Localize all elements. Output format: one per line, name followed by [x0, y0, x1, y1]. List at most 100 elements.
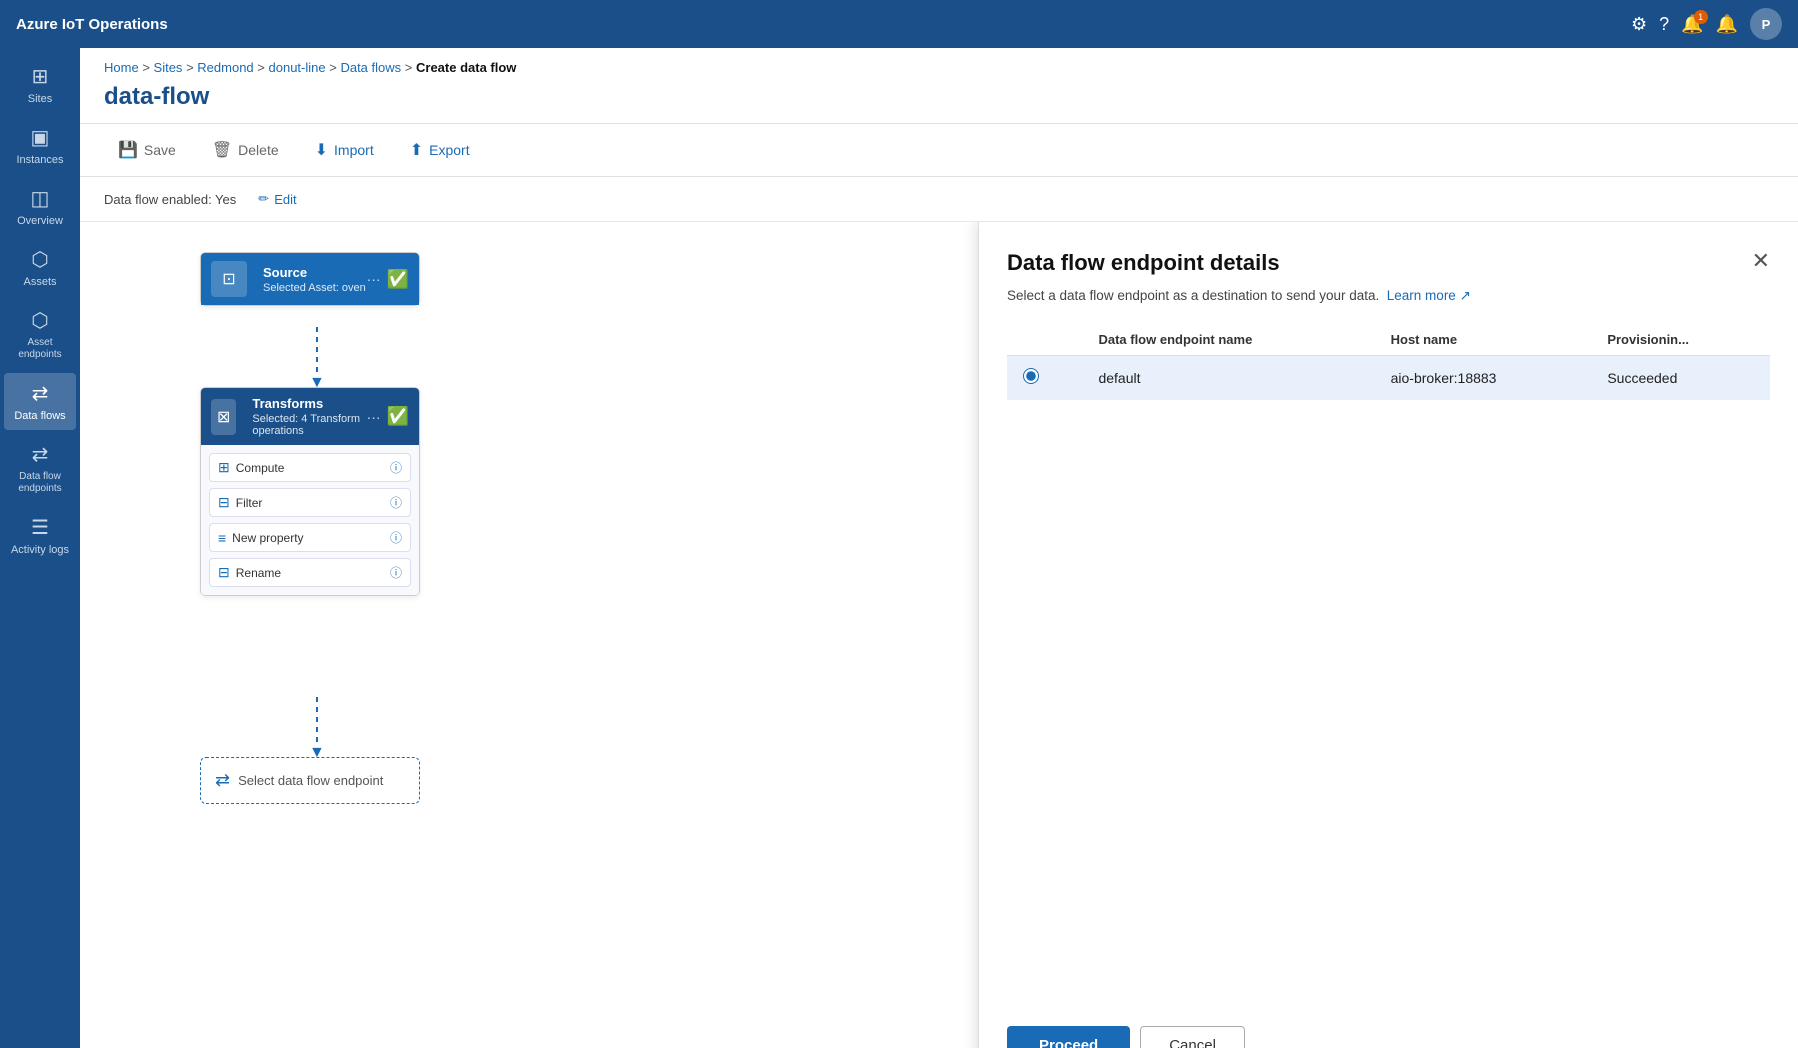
flow-enabled-bar: Data flow enabled: Yes ✏ Edit: [80, 177, 1798, 222]
panel-header: Data flow endpoint details ✕: [1007, 250, 1770, 276]
content-area: Home > Sites > Redmond > donut-line > Da…: [80, 48, 1798, 1048]
row-radio[interactable]: [1007, 356, 1082, 400]
export-icon: ⬆: [410, 140, 423, 160]
new-property-icon: ≡: [218, 530, 226, 546]
sidebar-item-assets-label: Assets: [23, 276, 56, 288]
transform-child-filter[interactable]: ⊟ Filter ⓘ: [209, 488, 411, 517]
side-panel: Data flow endpoint details ✕ Select a da…: [978, 222, 1798, 1048]
transform-icon: ⊠: [211, 399, 236, 435]
nav-icons: ⚙ ? 🔔 1 🔔 P: [1631, 8, 1782, 40]
sidebar-item-sites[interactable]: ⊞ Sites: [4, 56, 76, 113]
connector-2: ▼: [309, 697, 325, 761]
overview-icon: ◫: [31, 186, 50, 211]
row-status: Succeeded: [1591, 356, 1770, 400]
transform-node-menu[interactable]: ···: [367, 409, 381, 425]
panel-footer: Proceed Cancel: [1007, 1006, 1770, 1048]
panel-title: Data flow endpoint details: [1007, 250, 1280, 276]
sidebar-item-activity-logs-label: Activity logs: [11, 544, 69, 556]
source-node-menu[interactable]: ···: [367, 271, 381, 287]
rename-label: Rename: [236, 566, 281, 580]
delete-button[interactable]: 🗑 Delete: [198, 134, 293, 166]
export-button[interactable]: ⬆ Export: [396, 134, 484, 166]
transform-child-rename[interactable]: ⊟ Rename ⓘ: [209, 558, 411, 587]
page-title: data-flow: [80, 75, 1798, 123]
transform-node-status: ✅: [387, 406, 409, 427]
source-node-status: ✅: [387, 269, 409, 290]
rename-icon: ⊟: [218, 564, 230, 581]
assets-icon: ⬡: [31, 247, 48, 272]
source-node[interactable]: ⊡ Source Selected Asset: oven ··· ✅: [200, 252, 420, 306]
table-row[interactable]: default aio-broker:18883 Succeeded: [1007, 356, 1770, 400]
import-button[interactable]: ⬇ Import: [301, 134, 388, 166]
sidebar-item-data-flows[interactable]: ⇄ Data flows: [4, 373, 76, 430]
toolbar: 💾 Save 🗑 Delete ⬇ Import ⬆ Export: [80, 123, 1798, 177]
cancel-button[interactable]: Cancel: [1140, 1026, 1245, 1048]
breadcrumb-data-flows[interactable]: Data flows: [340, 60, 401, 75]
sidebar-item-overview-label: Overview: [17, 215, 63, 227]
row-host-name: aio-broker:18883: [1375, 356, 1592, 400]
destination-icon: ⇄: [215, 770, 230, 791]
new-property-info[interactable]: ⓘ: [390, 529, 402, 546]
sidebar-item-instances-label: Instances: [16, 154, 63, 166]
destination-node[interactable]: ⇄ Select data flow endpoint: [200, 757, 420, 804]
transform-node[interactable]: ⊠ Transforms Selected: 4 Transform opera…: [200, 387, 420, 596]
transform-node-header: ⊠ Transforms Selected: 4 Transform opera…: [201, 388, 419, 445]
learn-more-link[interactable]: Learn more ↗: [1387, 288, 1471, 303]
rename-info[interactable]: ⓘ: [390, 564, 402, 581]
top-nav: Azure IoT Operations ⚙ ? 🔔 1 🔔 P: [0, 0, 1798, 48]
sidebar-item-data-flows-label: Data flows: [14, 410, 65, 422]
help-icon[interactable]: ?: [1659, 14, 1669, 35]
sidebar-item-instances[interactable]: ▣ Instances: [4, 117, 76, 174]
transform-child-new-property[interactable]: ≡ New property ⓘ: [209, 523, 411, 552]
sidebar-item-activity-logs[interactable]: ☰ Activity logs: [4, 507, 76, 564]
sidebar-item-overview[interactable]: ◫ Overview: [4, 178, 76, 235]
breadcrumb-sites[interactable]: Sites: [154, 60, 183, 75]
connector-1: ▼: [309, 327, 325, 391]
save-icon: 💾: [118, 140, 138, 160]
sidebar-item-sites-label: Sites: [28, 93, 52, 105]
sidebar-item-asset-endpoints[interactable]: ⬡ Asset endpoints: [4, 300, 76, 369]
import-icon: ⬇: [315, 140, 328, 160]
avatar[interactable]: P: [1750, 8, 1782, 40]
transform-children: ⊞ Compute ⓘ ⊟ Filter ⓘ ≡ New property: [201, 445, 419, 595]
sidebar-item-assets[interactable]: ⬡ Assets: [4, 239, 76, 296]
transform-child-compute[interactable]: ⊞ Compute ⓘ: [209, 453, 411, 482]
sidebar-item-data-flow-endpoints[interactable]: ⇄ Data flow endpoints: [4, 434, 76, 503]
breadcrumb-redmond[interactable]: Redmond: [197, 60, 253, 75]
sites-icon: ⊞: [32, 64, 49, 89]
compute-label: Compute: [236, 461, 285, 475]
source-node-subtitle: Selected Asset: oven: [263, 282, 366, 294]
notifications-icon[interactable]: 🔔 1: [1681, 14, 1703, 35]
filter-label: Filter: [236, 496, 263, 510]
flow-enabled-label: Data flow enabled: Yes: [104, 192, 236, 207]
alerts-icon[interactable]: 🔔: [1716, 14, 1738, 35]
save-button[interactable]: 💾 Save: [104, 134, 190, 166]
panel-close-button[interactable]: ✕: [1752, 250, 1770, 272]
edit-button[interactable]: ✏ Edit: [252, 189, 302, 209]
col-host-name: Host name: [1375, 324, 1592, 356]
proceed-button[interactable]: Proceed: [1007, 1026, 1130, 1048]
breadcrumb-home[interactable]: Home: [104, 60, 139, 75]
compute-info[interactable]: ⓘ: [390, 459, 402, 476]
app-title: Azure IoT Operations: [16, 16, 1631, 33]
notification-badge: 1: [1694, 10, 1708, 24]
sidebar: ⊞ Sites ▣ Instances ◫ Overview ⬡ Assets …: [0, 48, 80, 1048]
settings-icon[interactable]: ⚙: [1631, 14, 1647, 35]
filter-icon: ⊟: [218, 494, 230, 511]
breadcrumb-donut-line[interactable]: donut-line: [269, 60, 326, 75]
flow-area: Data flow enabled: Yes ✏ Edit ⊡ Source S…: [80, 177, 1798, 1048]
endpoint-table: Data flow endpoint name Host name Provis…: [1007, 324, 1770, 400]
transform-node-subtitle: Selected: 4 Transform operations: [252, 413, 366, 437]
panel-subtitle: Select a data flow endpoint as a destina…: [1007, 288, 1770, 304]
transform-node-title: Transforms: [252, 396, 366, 411]
instances-icon: ▣: [31, 125, 50, 150]
col-radio: [1007, 324, 1082, 356]
delete-icon: 🗑: [212, 140, 232, 160]
filter-info[interactable]: ⓘ: [390, 494, 402, 511]
canvas: ⊡ Source Selected Asset: oven ··· ✅: [80, 222, 1798, 1048]
source-icon: ⊡: [211, 261, 247, 297]
sidebar-item-asset-endpoints-label: Asset endpoints: [8, 337, 72, 361]
data-flow-endpoints-icon: ⇄: [32, 442, 49, 467]
compute-icon: ⊞: [218, 459, 230, 476]
radio-input[interactable]: [1023, 368, 1039, 384]
